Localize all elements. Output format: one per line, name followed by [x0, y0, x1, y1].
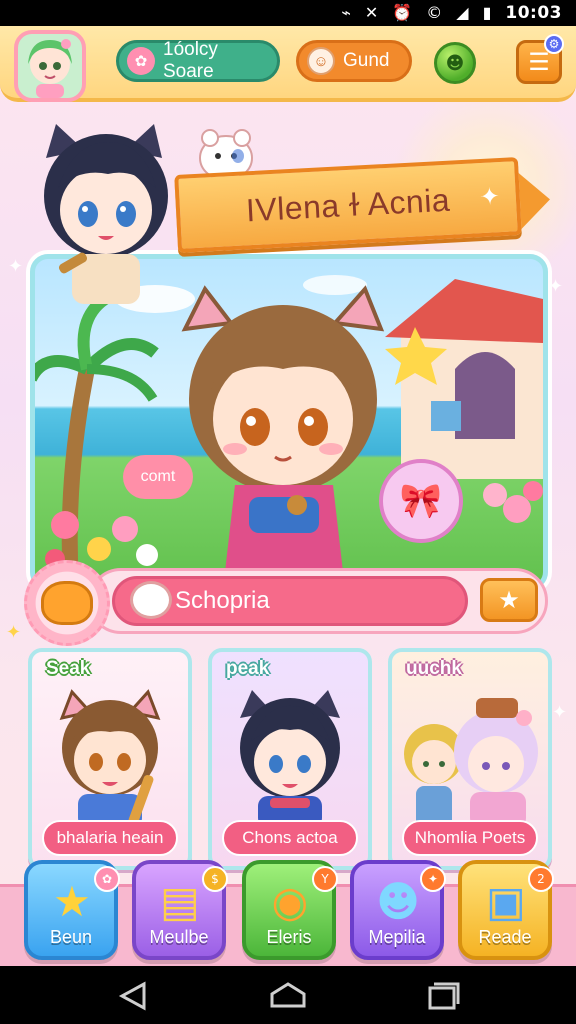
favorite-button[interactable]: ★: [480, 578, 538, 622]
pet-face-icon: [41, 581, 93, 625]
game-screen: ✿ 1óolcy Soare ☺ Gund ☻ ☰ ⚙ ✦ ✦ ✦ ✦ comt…: [0, 26, 576, 966]
guild-pill[interactable]: ☺ Gund: [296, 40, 412, 82]
character-name: Schopria: [175, 587, 270, 614]
character-portrait: [404, 698, 538, 828]
character-portrait: [240, 690, 340, 828]
nav-button-reade[interactable]: ▣ Reade 2: [458, 860, 554, 960]
home-icon[interactable]: [268, 980, 308, 1012]
flower-badge-icon: ✿: [94, 866, 120, 892]
toolbox-icon: ▣: [486, 876, 526, 926]
nav-label: Reade: [478, 927, 532, 947]
green-orb-icon[interactable]: ☻: [434, 42, 476, 84]
nav-label: Beun: [49, 927, 93, 947]
back-icon[interactable]: [114, 980, 154, 1012]
copyright-icon: ©: [426, 3, 443, 22]
battery-icon: ▮: [482, 3, 492, 22]
card-tag: Seak: [46, 658, 91, 679]
ribbon-gift-icon[interactable]: 🎀: [379, 459, 463, 543]
coin-badge-icon: $: [202, 866, 228, 892]
pet-badge[interactable]: [24, 560, 110, 646]
recents-icon[interactable]: [422, 980, 462, 1012]
system-nav-bar: [0, 966, 576, 1024]
sparkle-icon: ✦: [8, 256, 24, 277]
player-avatar[interactable]: [14, 30, 86, 102]
nav-button-eleris[interactable]: ◉ Eleris Y: [242, 860, 338, 960]
card-label: bhalaria heain: [42, 820, 178, 856]
avatar-portrait-icon: [28, 39, 72, 98]
signal-muted-icon: ⌁: [341, 3, 351, 22]
nav-label: Mepilia: [368, 927, 426, 947]
title-banner: IVlena ɫ Acnia ✦: [174, 157, 522, 253]
pet-face-icon: ◉: [271, 876, 309, 926]
card-label: Nhomlia Poets: [402, 820, 538, 856]
count-badge: 2: [528, 866, 554, 892]
nav-label: Eleris: [266, 927, 312, 947]
sparkle-badge-icon: ✦: [420, 866, 446, 892]
sparkle-icon: ✦: [6, 622, 22, 643]
score-pill[interactable]: ✿ 1óolcy Soare: [116, 39, 280, 82]
status-bar: ⌁ ✕ ⏰ © ◢ ▮ 10:03: [0, 0, 576, 26]
character-card[interactable]: Seak bhalaria heain: [28, 648, 192, 870]
nav-button-beun[interactable]: ★ Beun ✿: [24, 860, 120, 960]
chest-icon: ▤: [160, 876, 200, 926]
speech-bubble[interactable]: comt: [123, 455, 193, 499]
mini-pet-icon: [130, 581, 172, 619]
character-card[interactable]: uuchk Nhomlia Poets: [388, 648, 552, 870]
blob-face-icon: ☻: [376, 876, 420, 926]
card-label: Chons actoa: [222, 820, 358, 856]
settings-badge-icon[interactable]: ⚙: [544, 34, 564, 54]
clock: 10:03: [505, 3, 562, 23]
banner-title: IVlena ɫ Acnia: [245, 181, 451, 228]
card-tag: peak: [226, 658, 270, 679]
companion-character[interactable]: [28, 118, 188, 308]
score-label: 1óolcy Soare: [163, 39, 218, 82]
nav-label: Meulbe: [149, 927, 209, 947]
sparkle-icon: ✦: [478, 182, 501, 212]
nav-button-meulbe[interactable]: ▤ Meulbe $: [132, 860, 228, 960]
sparkle-icon: ✦: [548, 276, 564, 297]
trophy-badge-icon: Y: [312, 866, 338, 892]
cell-signal-icon: ◢: [456, 3, 469, 22]
character-portrait: [59, 689, 161, 828]
top-bar: ✿ 1óolcy Soare ☺ Gund ☻ ☰ ⚙: [0, 26, 576, 102]
guild-face-icon: ☺: [307, 47, 335, 75]
star-icon: ★: [53, 876, 91, 926]
flower-icon: ✿: [127, 47, 155, 75]
character-card[interactable]: peak Chons actoa: [208, 648, 372, 870]
guild-label: Gund: [343, 50, 390, 71]
mute-icon: ✕: [364, 3, 379, 22]
card-tag: uuchk: [406, 658, 462, 679]
alarm-icon: ⏰: [392, 3, 413, 22]
nav-button-mepilia[interactable]: ☻ Mepilia ✦: [350, 860, 446, 960]
character-card-list: Seak bhalaria heain peak Chons actoa uuc…: [28, 648, 558, 874]
